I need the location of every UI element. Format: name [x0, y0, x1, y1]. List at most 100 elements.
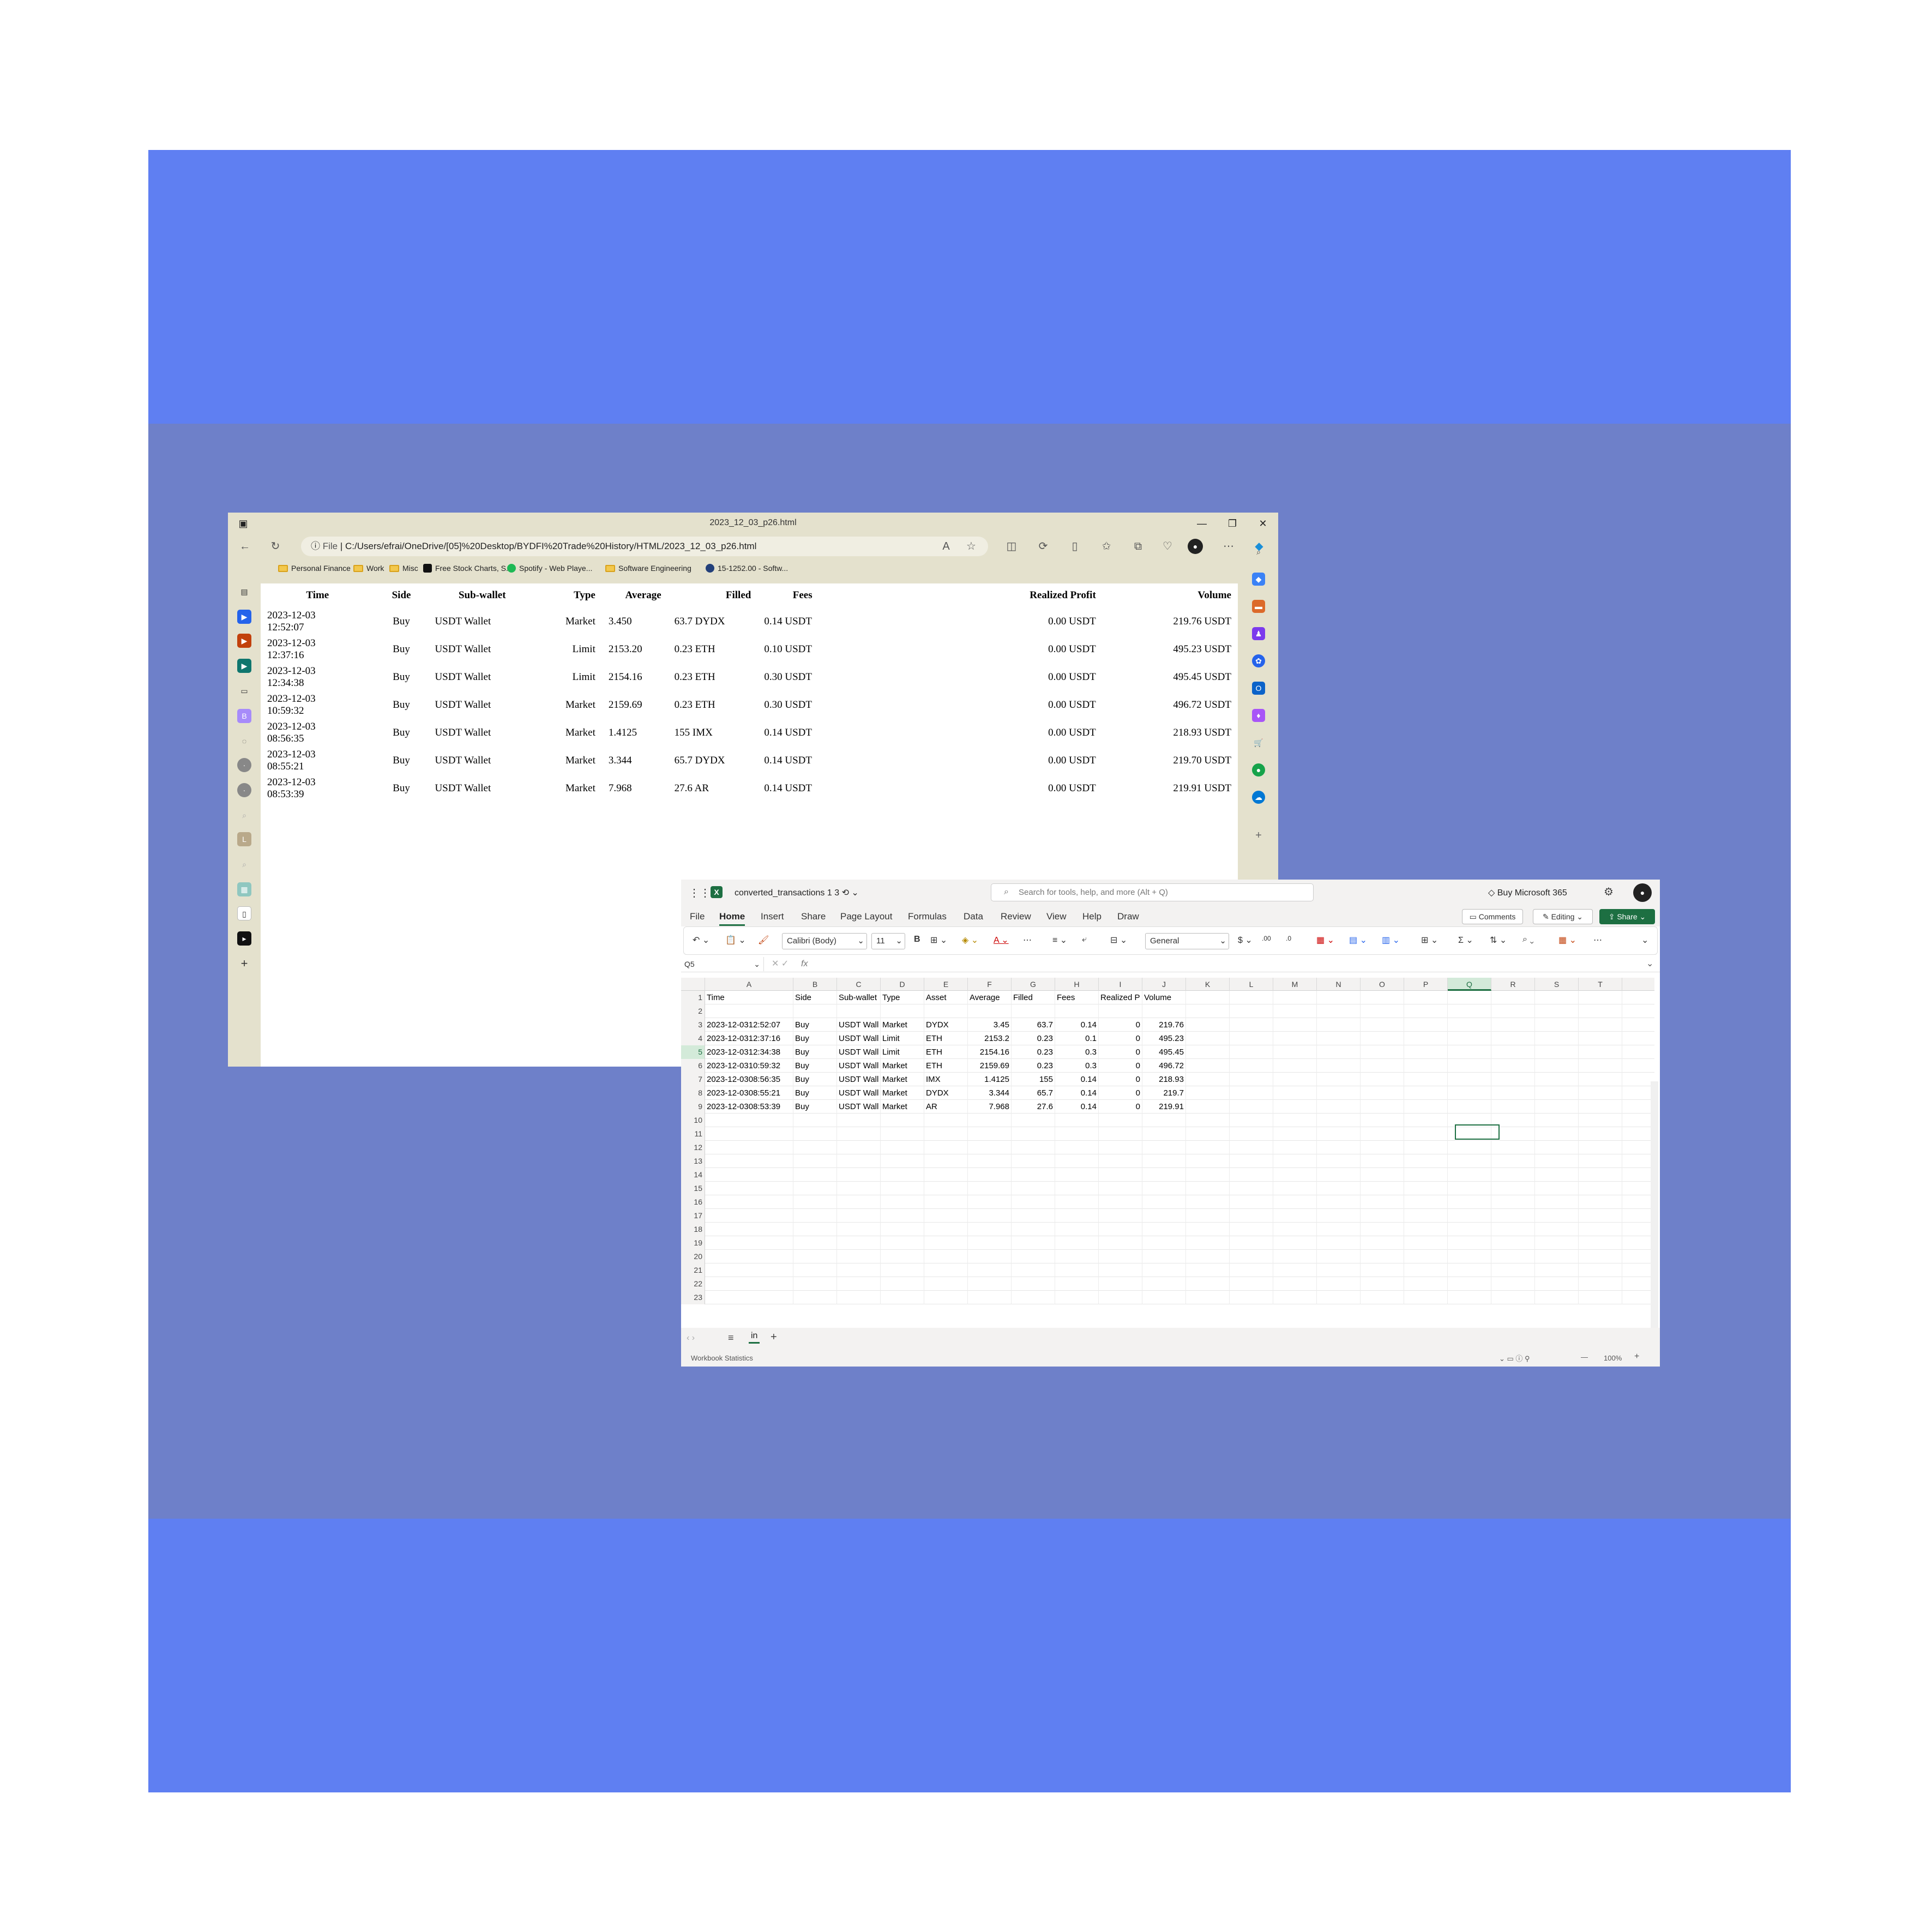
cell[interactable] [1404, 1018, 1448, 1032]
refresh-icon[interactable]: ↻ [266, 537, 285, 556]
select-all-corner[interactable] [681, 978, 705, 991]
cell[interactable] [1142, 1182, 1186, 1195]
cell[interactable] [1055, 1291, 1099, 1304]
cell[interactable] [1404, 1182, 1448, 1195]
cell[interactable] [1404, 1195, 1448, 1209]
cell[interactable] [924, 1004, 968, 1018]
cell[interactable] [924, 1114, 968, 1127]
read-aloud-icon[interactable]: A [937, 537, 955, 556]
cell[interactable] [705, 1209, 793, 1223]
cell[interactable] [1491, 1263, 1535, 1277]
row-header[interactable]: 13 [681, 1154, 705, 1168]
cell[interactable] [1142, 1141, 1186, 1154]
cell[interactable] [1273, 1032, 1317, 1045]
onedrive-icon[interactable]: ☁ [1252, 791, 1265, 804]
cell[interactable] [1186, 1018, 1230, 1032]
cell[interactable] [1404, 1154, 1448, 1168]
cell[interactable] [1361, 1209, 1404, 1223]
cell[interactable] [1579, 1195, 1622, 1209]
tab-file[interactable]: File [690, 911, 705, 922]
outlook-icon[interactable]: O [1252, 682, 1265, 695]
cell[interactable]: 2154.16 [968, 1045, 1012, 1059]
cell[interactable] [968, 1236, 1012, 1250]
cell[interactable]: 1.4125 [968, 1073, 1012, 1086]
tab-draw[interactable]: Draw [1117, 911, 1139, 922]
cell[interactable] [793, 1182, 837, 1195]
cell[interactable] [1317, 1114, 1361, 1127]
cell[interactable] [1317, 1277, 1361, 1291]
cell[interactable] [837, 1114, 881, 1127]
favorite-software-engineering[interactable]: Software Engineering [605, 564, 691, 573]
cell[interactable] [881, 1209, 924, 1223]
more-font-options-icon[interactable]: ⋯ [1023, 935, 1032, 946]
cell[interactable] [1404, 1236, 1448, 1250]
cell[interactable]: 63.7 [1012, 1018, 1055, 1032]
cell[interactable] [837, 1277, 881, 1291]
cell[interactable]: 2023-12-0312:37:16 [705, 1032, 793, 1045]
cell[interactable]: 0 [1099, 1086, 1142, 1100]
cell[interactable] [1317, 1263, 1361, 1277]
cell[interactable] [1361, 1182, 1404, 1195]
cell[interactable] [1491, 1236, 1535, 1250]
cell[interactable] [1273, 1100, 1317, 1114]
bold-icon[interactable]: B [914, 935, 920, 944]
cell[interactable] [1404, 1209, 1448, 1223]
cell[interactable]: Market [881, 1086, 924, 1100]
cell[interactable] [1012, 1277, 1055, 1291]
share-button[interactable]: ⇪ Share ⌄ [1599, 909, 1655, 924]
cell[interactable] [1012, 1236, 1055, 1250]
cell[interactable] [705, 1154, 793, 1168]
cell[interactable]: 495.45 [1142, 1045, 1186, 1059]
cell[interactable] [1012, 1195, 1055, 1209]
cell[interactable] [1230, 1100, 1273, 1114]
cell[interactable] [1273, 1223, 1317, 1236]
cell[interactable] [1448, 1032, 1491, 1045]
cell[interactable] [1012, 1250, 1055, 1263]
cell[interactable] [968, 1114, 1012, 1127]
autosum-icon[interactable]: Σ ⌄ [1458, 935, 1473, 946]
cell[interactable] [1317, 991, 1361, 1004]
cell[interactable] [968, 1250, 1012, 1263]
cell[interactable]: USDT Wall [837, 1045, 881, 1059]
cell[interactable] [793, 1277, 837, 1291]
cell[interactable] [1404, 1263, 1448, 1277]
tab-favicon-2[interactable]: ▶ [237, 634, 251, 648]
cell[interactable] [1491, 1168, 1535, 1182]
cell[interactable] [968, 1004, 1012, 1018]
cell[interactable] [1448, 1182, 1491, 1195]
collections-icon[interactable]: ⧉ [1129, 537, 1147, 556]
cell[interactable] [1186, 1209, 1230, 1223]
tab-favicon-4[interactable]: ▭ [237, 684, 251, 698]
cell[interactable]: 218.93 [1142, 1073, 1186, 1086]
designer-icon[interactable]: ♦ [1252, 709, 1265, 722]
browser-essentials-icon[interactable]: ♡ [1158, 537, 1177, 556]
cell[interactable] [924, 1209, 968, 1223]
row-header[interactable]: 14 [681, 1168, 705, 1182]
paste-icon[interactable]: 📋 ⌄ [725, 935, 746, 946]
cell[interactable] [1361, 1059, 1404, 1073]
cell[interactable] [1055, 1209, 1099, 1223]
cell[interactable]: 2159.69 [968, 1059, 1012, 1073]
format-as-table-icon[interactable]: ▤ ⌄ [1349, 935, 1367, 946]
cell[interactable] [1186, 1114, 1230, 1127]
cell[interactable] [1230, 1127, 1273, 1141]
name-box[interactable]: Q5 ⌄ [681, 957, 764, 971]
cell[interactable] [1317, 1168, 1361, 1182]
cell[interactable] [1361, 1277, 1404, 1291]
cell[interactable]: Time [705, 991, 793, 1004]
cell[interactable] [1361, 1032, 1404, 1045]
cell[interactable] [1491, 1045, 1535, 1059]
cell[interactable] [1273, 1209, 1317, 1223]
row-header[interactable]: 1 [681, 991, 705, 1004]
cell[interactable] [1448, 1059, 1491, 1073]
cell[interactable] [1317, 1086, 1361, 1100]
tab-insert[interactable]: Insert [761, 911, 784, 922]
cell[interactable] [924, 1141, 968, 1154]
tab-review[interactable]: Review [1001, 911, 1031, 922]
cell[interactable]: AR [924, 1100, 968, 1114]
cell[interactable] [1186, 1004, 1230, 1018]
split-screen-icon[interactable]: ◫ [1002, 537, 1021, 556]
cell[interactable] [1099, 1223, 1142, 1236]
favorite-onet[interactable]: 15-1252.00 - Softw... [706, 564, 788, 573]
cell[interactable] [1186, 1073, 1230, 1086]
